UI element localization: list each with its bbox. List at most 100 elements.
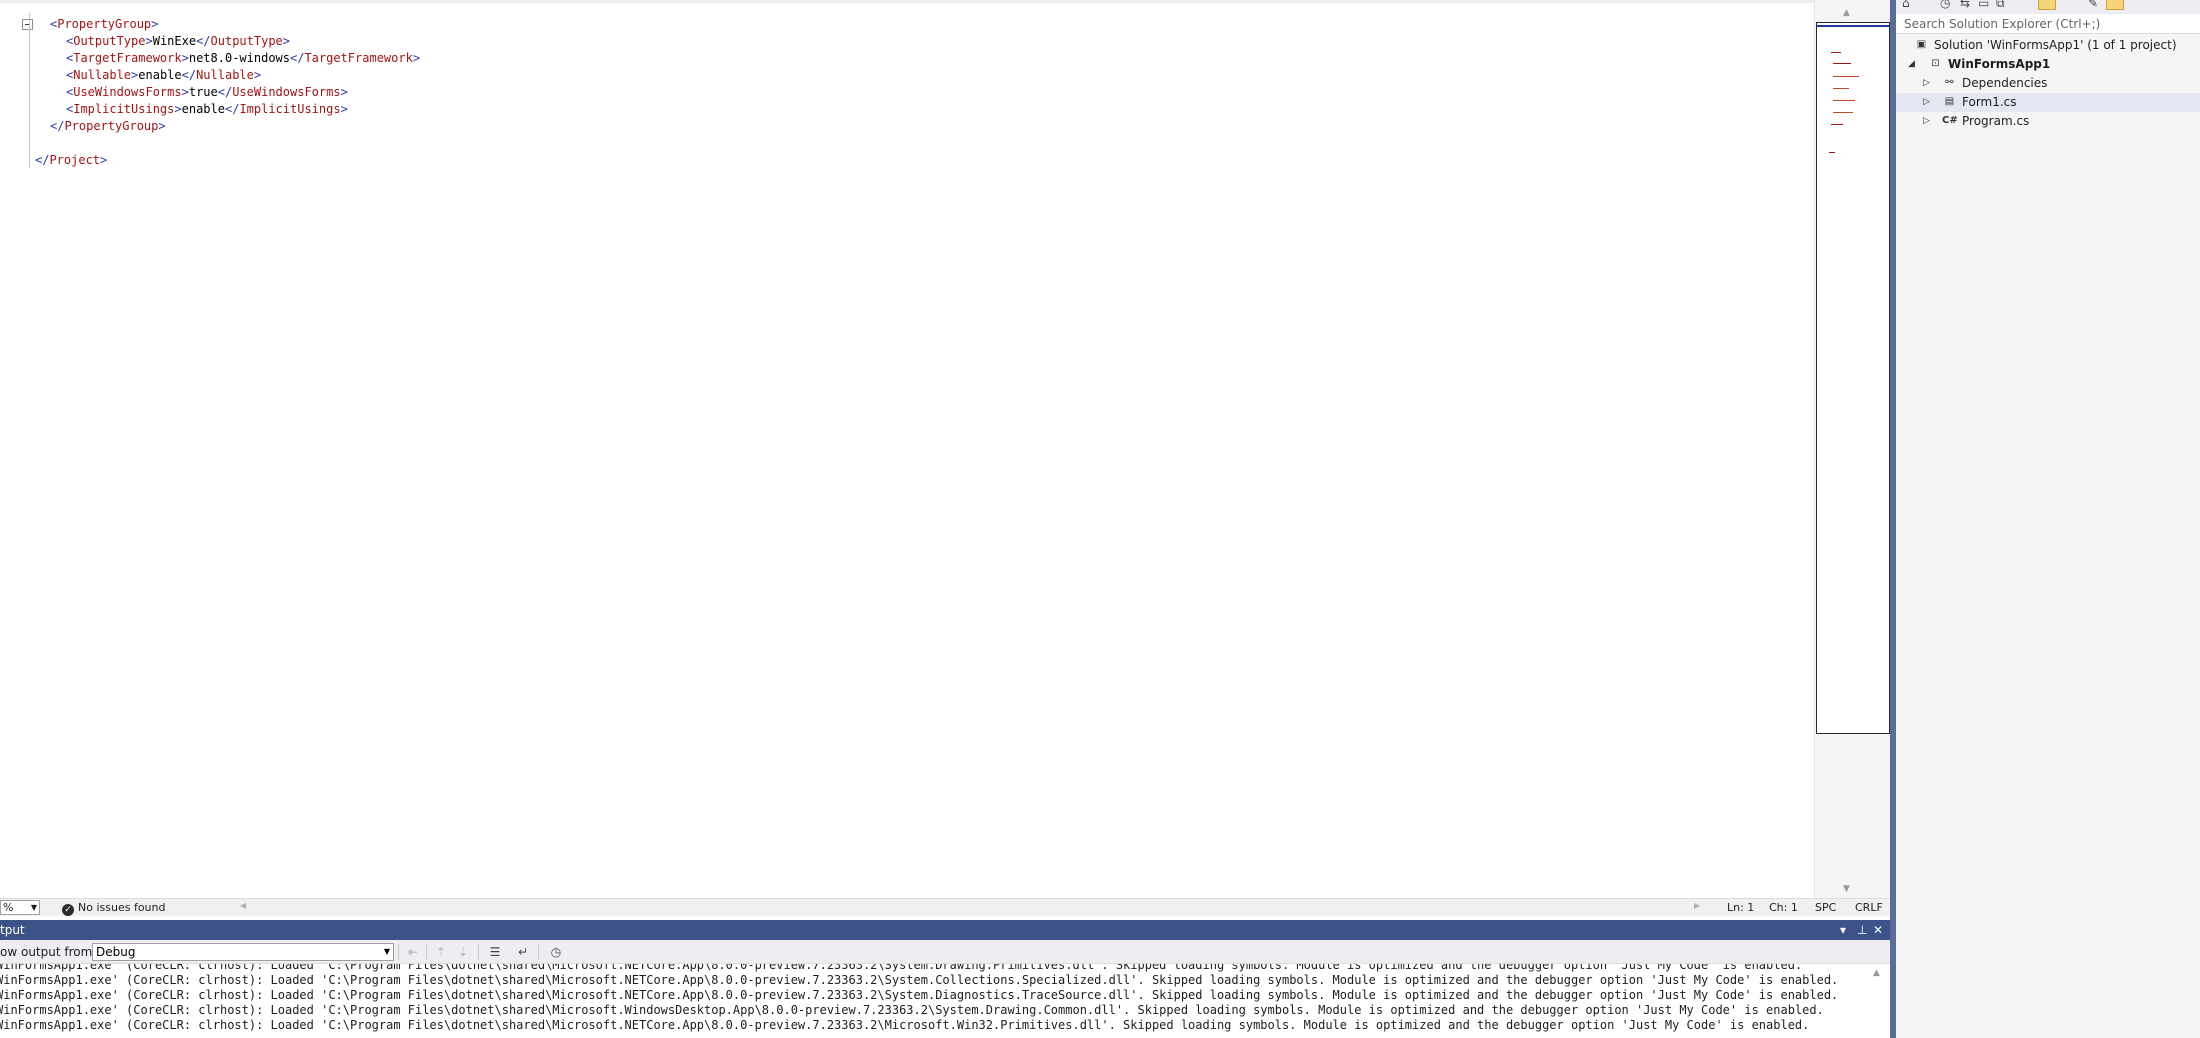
pending-changes-icon[interactable] <box>2106 0 2124 10</box>
collapsed-arrow-icon[interactable]: ▷ <box>1923 74 1930 93</box>
tree-item-solution[interactable]: ▣ Solution 'WinFormsApp1' (1 of 1 projec… <box>1896 36 2200 55</box>
solution-explorer-toolbar: ⌂ ◷ ⇆ ▭ ⧉ ✎ <box>1896 0 2200 14</box>
window-menu-icon[interactable]: ▾ <box>1840 920 1846 940</box>
xml-text: enable <box>181 102 225 116</box>
next-message-icon[interactable]: ⇣ <box>454 943 472 961</box>
minimap-line <box>1833 88 1849 89</box>
zoom-level-dropdown[interactable]: % ▼ <box>0 900 40 915</box>
output-panel: tput ▾ ⊥ ✕ ow output from: Debug ▼ ⇤ ⇡ ⇣… <box>0 920 1890 1038</box>
xml-tag-name: PropertyGroup <box>64 119 159 133</box>
check-circle-icon: ✓ <box>62 904 74 916</box>
output-source-select[interactable]: Debug ▼ <box>92 943 394 961</box>
scroll-up-icon[interactable]: ▲ <box>1843 8 1850 18</box>
chevron-down-icon: ▼ <box>30 903 37 912</box>
scroll-down-icon[interactable]: ▼ <box>1843 884 1850 894</box>
minimap-line <box>1833 100 1855 101</box>
xml-bracket: > <box>158 119 166 133</box>
toggle-word-wrap-icon[interactable]: ↵ <box>514 943 532 961</box>
output-line: WinFormsApp1.exe' (CoreCLR: clrhost): Lo… <box>0 973 1839 987</box>
editor-status-bar: % ▼ ✓ No issues found ◀ ▶ Ln: 1 Ch: 1 SPC… <box>0 898 1890 916</box>
xml-bracket: </ <box>196 34 211 48</box>
toolbar-separator <box>538 944 539 960</box>
char-number-indicator[interactable]: Ch: 1 <box>1769 901 1798 915</box>
xml-tag-name: Project <box>49 153 101 167</box>
output-text-area[interactable]: WinFormsApp1.exe' (CoreCLR: clrhost): Lo… <box>0 964 1874 1038</box>
preview-selected-icon[interactable] <box>2038 0 2056 10</box>
xml-bracket: > <box>181 85 189 99</box>
code-line[interactable]: <OutputType>WinExe</OutputType> <box>66 33 290 50</box>
solution-explorer-search-input[interactable]: Search Solution Explorer (Ctrl+;) <box>1896 14 2200 34</box>
minimap-viewport[interactable] <box>1816 22 1890 734</box>
xml-tag-name: UseWindowsForms <box>232 85 341 99</box>
code-line[interactable]: <UseWindowsForms>true</UseWindowsForms> <box>66 84 348 101</box>
xml-bracket: > <box>181 51 189 65</box>
issues-indicator[interactable]: ✓ No issues found <box>62 901 165 916</box>
xml-bracket: </ <box>181 68 197 82</box>
properties-icon[interactable]: ✎ <box>2088 0 2098 10</box>
sync-icon[interactable]: ⇆ <box>1960 0 1970 10</box>
collapse-all-icon[interactable]: ▭ <box>1978 0 1989 10</box>
output-line: WinFormsApp1.exe' (CoreCLR: clrhost): Lo… <box>0 1018 1810 1032</box>
csharp-file-icon: C# <box>1942 115 1958 126</box>
tree-item-dependencies[interactable]: ▷ ⚯ Dependencies <box>1896 74 2200 93</box>
find-message-icon[interactable]: ⇤ <box>404 943 422 961</box>
whitespace-indicator[interactable]: SPC <box>1815 901 1836 915</box>
tree-item-form1[interactable]: ▷ ▤ Form1.cs <box>1896 93 2200 112</box>
timestamp-icon[interactable]: ◷ <box>547 943 565 961</box>
output-source-value: Debug <box>96 945 136 959</box>
code-line[interactable]: <PropertyGroup> <box>50 16 158 33</box>
chevron-down-icon: ▼ <box>383 947 390 956</box>
code-line[interactable]: </Project> <box>35 152 107 169</box>
show-all-files-icon[interactable]: ⧉ <box>1996 0 2005 11</box>
tree-item-project[interactable]: ◢ ⊡ WinFormsApp1 <box>1896 55 2200 74</box>
xml-tag-name: Nullable <box>73 68 132 82</box>
expanded-arrow-icon[interactable]: ◢ <box>1908 55 1915 74</box>
xml-bracket: > <box>340 85 348 99</box>
project-icon: ⊡ <box>1931 58 1940 69</box>
solution-icon: ▣ <box>1916 39 1927 50</box>
scroll-left-icon[interactable]: ◀ <box>240 901 246 910</box>
scroll-up-icon[interactable]: ▲ <box>1873 968 1880 978</box>
code-text-area[interactable]: <PropertyGroup> <OutputType>WinExe</Outpu… <box>0 16 1810 896</box>
minimap-line <box>1831 124 1843 125</box>
code-line[interactable]: </PropertyGroup> <box>50 118 166 135</box>
minimap-line <box>1833 63 1851 64</box>
solution-label: Solution 'WinFormsApp1' (1 of 1 project) <box>1934 38 2177 52</box>
line-ending-indicator[interactable]: CRLF <box>1855 901 1883 915</box>
xml-bracket: > <box>100 153 108 167</box>
previous-message-icon[interactable]: ⇡ <box>432 943 450 961</box>
code-editor[interactable]: <PropertyGroup> <OutputType>WinExe</Outpu… <box>0 0 1814 898</box>
scroll-right-icon[interactable]: ▶ <box>1694 901 1700 910</box>
xml-text: net8.0-windows <box>188 51 290 65</box>
tree-item-label: Program.cs <box>1962 114 2030 128</box>
output-line: WinFormsApp1.exe' (CoreCLR: clrhost): Lo… <box>0 988 1839 1002</box>
code-line[interactable]: <Nullable>enable</Nullable> <box>66 67 261 84</box>
xml-text: WinExe <box>152 34 197 48</box>
tree-item-program[interactable]: ▷ C# Program.cs <box>1896 112 2200 131</box>
xml-bracket: </ <box>290 51 305 65</box>
line-number-indicator[interactable]: Ln: 1 <box>1727 901 1754 915</box>
collapsed-arrow-icon[interactable]: ▷ <box>1923 93 1930 112</box>
close-icon[interactable]: ✕ <box>1873 920 1883 940</box>
dependencies-icon: ⚯ <box>1945 77 1954 88</box>
code-line[interactable]: <TargetFramework>net8.0-windows</TargetF… <box>66 50 420 67</box>
minimap-line <box>1833 112 1853 113</box>
home-icon[interactable]: ⌂ <box>1902 0 1910 10</box>
collapsed-arrow-icon[interactable]: ▷ <box>1923 112 1930 131</box>
xml-tag-name: UseWindowsForms <box>73 85 182 99</box>
output-toolbar: ow output from: Debug ▼ ⇤ ⇡ ⇣ ☰ ↵ ◷ <box>0 940 1890 964</box>
output-panel-header: tput ▾ ⊥ ✕ <box>0 920 1890 940</box>
minimap-line <box>1833 76 1859 77</box>
code-line[interactable]: <ImplicitUsings>enable</ImplicitUsings> <box>66 101 348 118</box>
xml-tag-name: TargetFramework <box>304 51 413 65</box>
xml-tag-name: PropertyGroup <box>57 17 152 31</box>
xml-tag-name: ImplicitUsings <box>239 102 341 116</box>
xml-tag-name: Nullable <box>196 68 254 82</box>
pin-icon[interactable]: ⊥ <box>1857 920 1867 940</box>
clear-all-icon[interactable]: ☰ <box>486 943 504 961</box>
history-icon[interactable]: ◷ <box>1940 0 1950 10</box>
output-line: WinFormsApp1.exe' (CoreCLR: clrhost): Lo… <box>0 1003 1824 1017</box>
minimap-line <box>1831 52 1841 53</box>
editor-minimap-scrollbar[interactable]: ▲ ▼ <box>1814 0 1890 898</box>
form-icon: ▤ <box>1944 96 1955 107</box>
